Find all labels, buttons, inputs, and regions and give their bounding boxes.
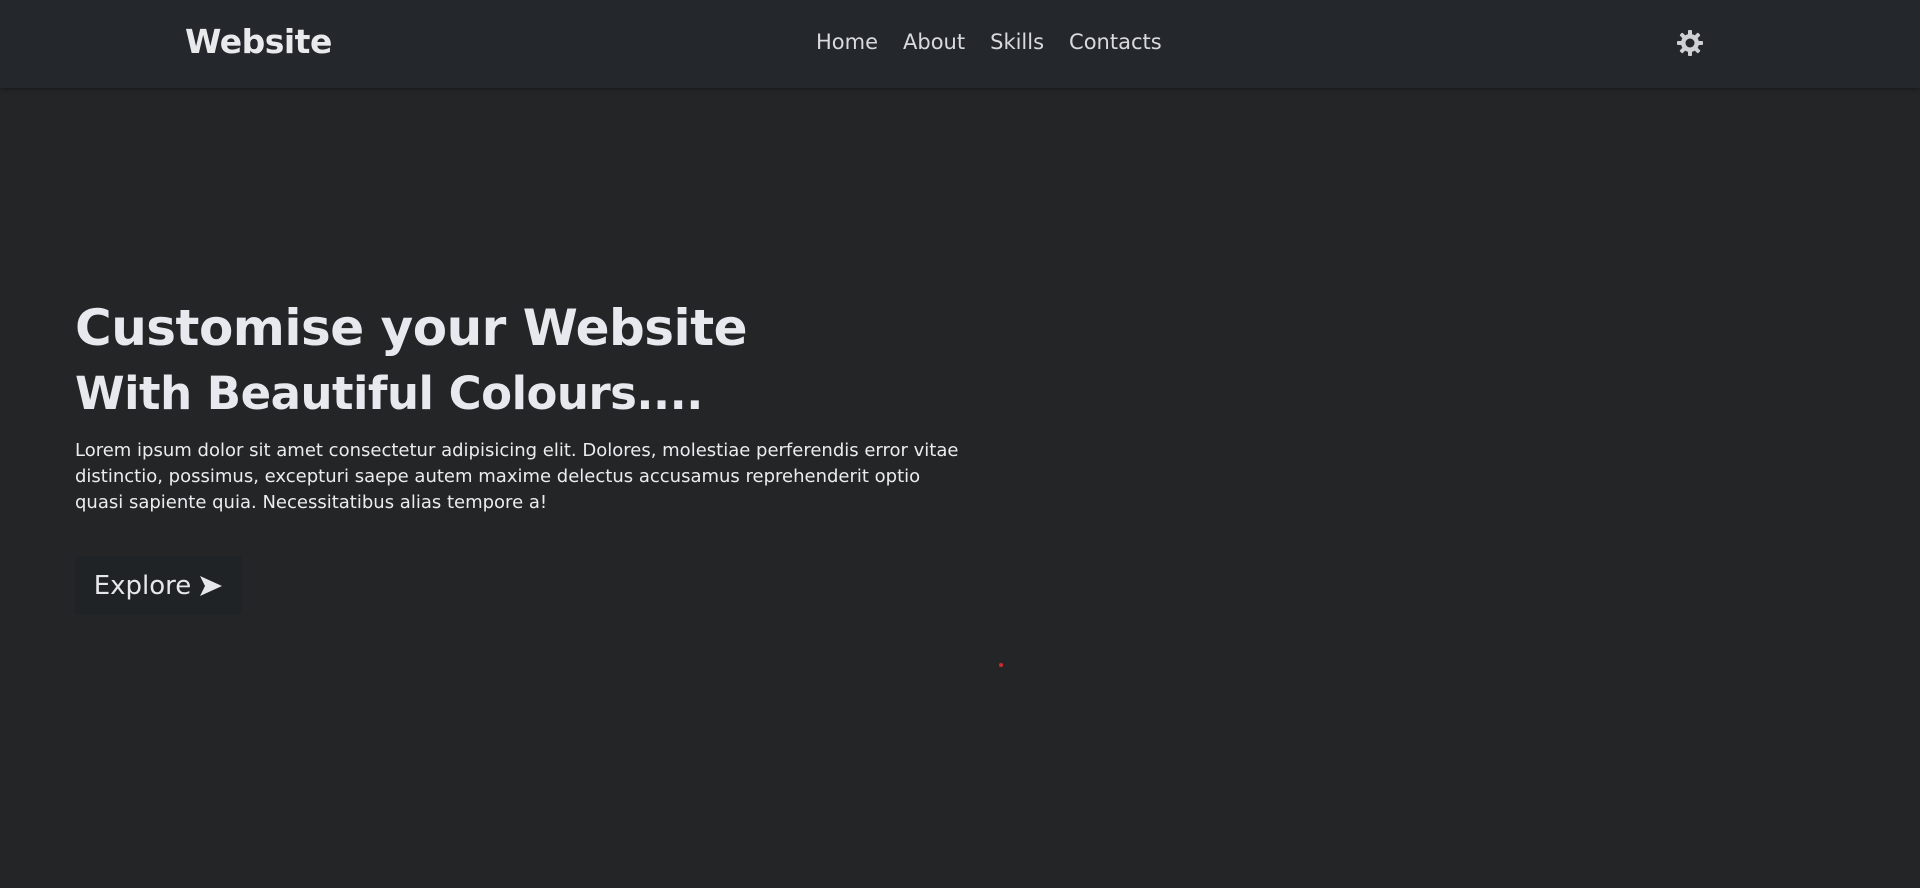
brand-logo[interactable]: Website [185,22,332,61]
hero-description: Lorem ipsum dolor sit amet consectetur a… [75,440,959,513]
explore-button[interactable]: Explore [75,556,242,615]
nav-link-contacts[interactable]: Contacts [1069,30,1162,54]
hero-title: Customise your Website [75,299,748,357]
hero-section: Customise your Website With Beautiful Co… [75,298,975,516]
nav-link-home[interactable]: Home [816,30,878,54]
explore-button-label: Explore [93,570,192,601]
navbar: Website Home About Skills Contacts [0,0,1920,88]
nav-link-about[interactable]: About [903,30,965,54]
hero-subtitle: With Beautiful Colours.... [75,367,703,420]
nav-link-skills[interactable]: Skills [990,30,1044,54]
gear-icon [1677,30,1703,56]
nav-links: Home About Skills Contacts [816,30,1162,54]
arrow-right-icon [200,575,223,596]
red-dot [999,663,1003,667]
theme-toggle-button[interactable] [1675,28,1705,58]
